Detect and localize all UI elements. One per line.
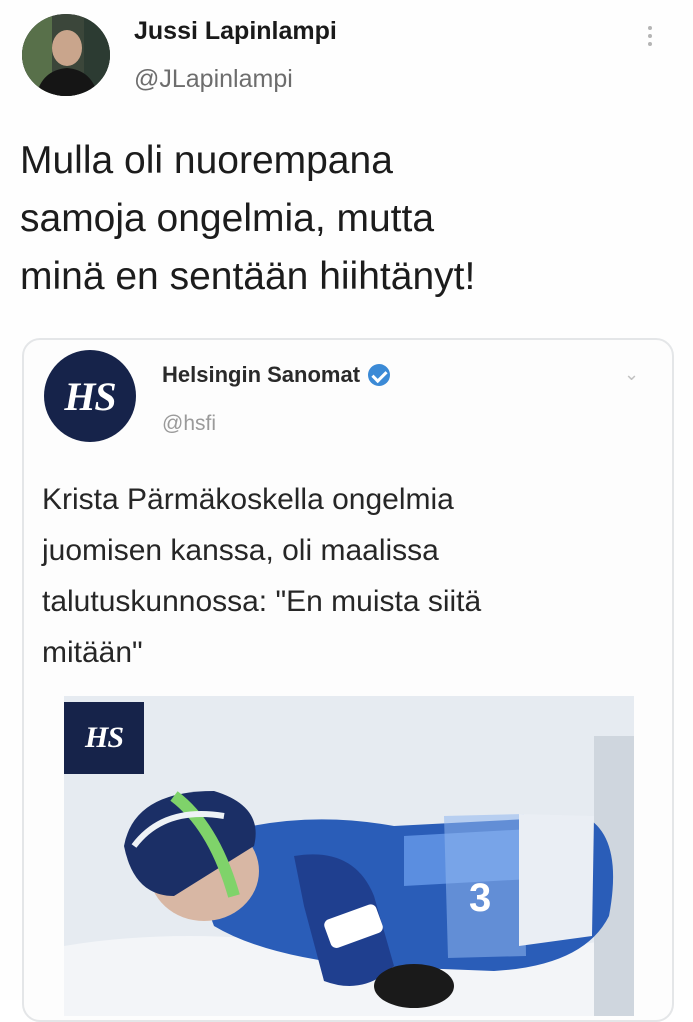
tweet-screenshot: Jussi Lapinlampi @JLapinlampi Mulla oli … bbox=[0, 0, 693, 1022]
hs-logo-avatar[interactable]: HS bbox=[44, 350, 136, 442]
quoted-text-line: mitään" bbox=[42, 636, 143, 669]
tweet-text: Mulla oli nuorempana samoja ongelmia, mu… bbox=[20, 132, 670, 306]
author-handle[interactable]: @JLapinlampi bbox=[134, 65, 293, 94]
tweet-text-line: minä en sentään hiihtänyt! bbox=[20, 255, 476, 298]
news-photo[interactable]: 3 HS bbox=[64, 696, 634, 1016]
quoted-text-line: Krista Pärmäkoskella ongelmia bbox=[42, 483, 454, 516]
kebab-menu-icon[interactable] bbox=[643, 24, 657, 50]
quoted-tweet-card[interactable]: HS Helsingin Sanomat @hsfi ⌄ Krista Pärm… bbox=[22, 338, 674, 1022]
quoted-text-line: talutuskunnossa: "En muista siitä bbox=[42, 585, 482, 618]
chevron-down-icon[interactable]: ⌄ bbox=[624, 364, 639, 385]
quoted-author-name[interactable]: Helsingin Sanomat bbox=[162, 362, 391, 388]
tweet-text-line: samoja ongelmia, mutta bbox=[20, 197, 435, 240]
verified-badge-icon bbox=[368, 364, 391, 386]
author-avatar[interactable] bbox=[22, 14, 110, 96]
photo-hs-badge: HS bbox=[64, 702, 144, 774]
quoted-tweet-text: Krista Pärmäkoskella ongelmia juomisen k… bbox=[42, 474, 662, 678]
quoted-text-line: juomisen kanssa, oli maalissa bbox=[42, 534, 439, 567]
quoted-author-handle[interactable]: @hsfi bbox=[162, 412, 216, 436]
bib-number: 3 bbox=[469, 876, 491, 920]
quoted-author-name-text: Helsingin Sanomat bbox=[162, 362, 361, 387]
author-name[interactable]: Jussi Lapinlampi bbox=[134, 17, 337, 46]
tweet-text-line: Mulla oli nuorempana bbox=[20, 139, 393, 182]
